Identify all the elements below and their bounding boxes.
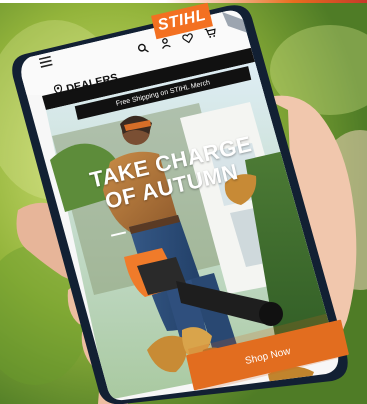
shop-now-button[interactable]: Shop Now <box>185 319 350 391</box>
menu-icon-graphic <box>38 55 53 68</box>
dealers-link[interactable]: DEALERS <box>53 71 119 99</box>
shop-now-label: Shop Now <box>244 345 292 367</box>
phone-screen: STIHL DEALERS Free Shipping on STIHL Mer… <box>0 0 367 404</box>
hero-title-divider <box>110 231 127 237</box>
location-pin-icon <box>53 84 64 99</box>
search-icon[interactable] <box>136 42 150 58</box>
menu-icon[interactable] <box>38 55 54 71</box>
cart-icon[interactable] <box>204 26 219 42</box>
promo-bar-text: Free Shipping on STIHL Merch <box>115 78 211 108</box>
dealers-label: DEALERS <box>65 71 120 96</box>
account-icon[interactable] <box>159 37 173 53</box>
hero-title: TAKE CHARGE OF AUTUMN <box>87 131 260 216</box>
heart-icon[interactable] <box>181 31 195 47</box>
